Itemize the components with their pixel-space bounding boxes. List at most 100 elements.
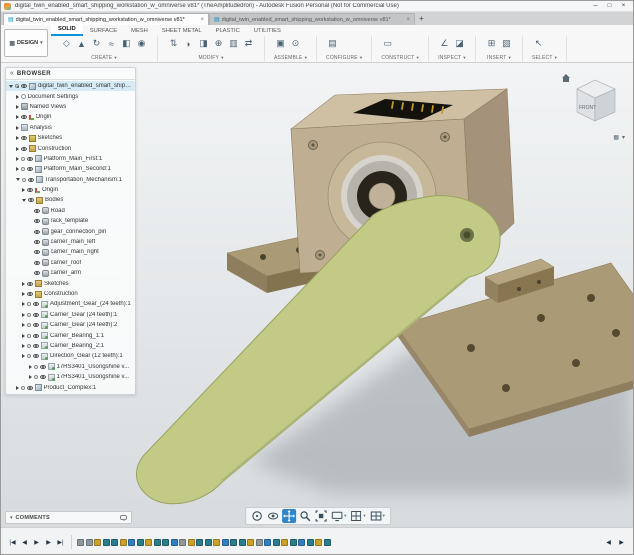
visibility-eye-icon[interactable] <box>21 115 27 119</box>
ribbon-group-label[interactable]: ASSEMBLE▾ <box>274 55 307 61</box>
tree-item[interactable]: Adjustment_Gear_(24 teeth):1 <box>6 299 135 309</box>
caret-icon[interactable] <box>22 344 25 348</box>
activate-component-radio[interactable] <box>27 302 31 306</box>
ribbon-group-label[interactable]: CONFIGURE▾ <box>326 55 362 61</box>
tree-item[interactable]: rack_template <box>6 216 135 226</box>
sweep-icon[interactable]: ≈ <box>105 37 118 50</box>
visibility-eye-icon[interactable] <box>27 386 33 390</box>
caret-icon[interactable] <box>22 313 25 317</box>
caret-icon[interactable] <box>16 136 19 140</box>
timeline-feature-icon[interactable] <box>137 539 144 546</box>
tree-item[interactable]: carrier_main_left <box>6 237 135 247</box>
viewcube-grid-icon[interactable]: ▦ <box>613 134 619 141</box>
3d-viewport[interactable]: « BROWSER digital_twin_enabled_smart_shi… <box>1 63 634 527</box>
activate-component-radio[interactable] <box>21 386 25 390</box>
caret-icon[interactable] <box>22 354 25 358</box>
activate-component-radio[interactable] <box>34 365 38 369</box>
visibility-eye-icon[interactable] <box>33 302 39 306</box>
design-workspace-selector[interactable]: ▦ DESIGN ▾ <box>4 29 48 57</box>
tree-item[interactable]: Platform_Main_Second:1 <box>6 164 135 174</box>
step-forward-button[interactable]: ▶ <box>43 536 54 548</box>
combine-icon[interactable]: ⊕ <box>212 37 225 50</box>
activate-component-radio[interactable] <box>27 354 31 358</box>
timeline-feature-icon[interactable] <box>179 539 186 546</box>
zoom-icon[interactable] <box>298 509 312 523</box>
timeline-feature-icon[interactable] <box>145 539 152 546</box>
caret-icon[interactable] <box>29 375 32 379</box>
viewcube-front-label[interactable]: FRONT <box>579 105 596 111</box>
timeline-feature-icon[interactable] <box>86 539 93 546</box>
tree-item[interactable]: carrier_main_right <box>6 247 135 257</box>
visibility-eye-icon[interactable] <box>33 323 39 327</box>
tree-item[interactable]: Direction_Gear (12 teeth):1 <box>6 351 135 361</box>
tree-item[interactable]: Origin <box>6 112 135 122</box>
tree-item[interactable]: Carrier_Gear (24 teeth):1 <box>6 310 135 320</box>
visibility-eye-icon[interactable] <box>33 334 39 338</box>
timeline-feature-icon[interactable] <box>128 539 135 546</box>
timeline-feature-icon[interactable] <box>247 539 254 546</box>
tree-item[interactable]: digital_twin_enabled_smart_shipping_work… <box>6 81 135 91</box>
press-pull-icon[interactable]: ⇅ <box>167 37 180 50</box>
timeline-feature-icon[interactable] <box>256 539 263 546</box>
configure-icon[interactable]: ▤ <box>326 37 339 50</box>
tree-item[interactable]: Product_Complex:1 <box>6 382 135 392</box>
tree-item[interactable]: Bodies <box>6 195 135 205</box>
tree-item[interactable]: Document Settings <box>6 91 135 101</box>
tree-item[interactable]: Road <box>6 206 135 216</box>
section-analysis-icon[interactable]: ◪ <box>453 37 466 50</box>
visibility-eye-icon[interactable] <box>40 365 46 369</box>
visibility-eye-icon[interactable] <box>33 313 39 317</box>
caret-icon[interactable] <box>22 188 25 192</box>
caret-icon[interactable] <box>22 323 25 327</box>
timeline-feature-icon[interactable] <box>188 539 195 546</box>
visibility-eye-icon[interactable] <box>21 147 27 151</box>
visibility-eye-icon[interactable] <box>28 178 34 182</box>
tree-item[interactable]: Origin <box>6 185 135 195</box>
activate-component-radio[interactable] <box>22 178 26 182</box>
visibility-eye-icon[interactable] <box>34 271 40 275</box>
new-document-tab-button[interactable]: + <box>415 13 428 25</box>
visibility-eye-icon[interactable] <box>34 219 40 223</box>
timeline-scroll-right-button[interactable]: ▶ <box>616 536 627 548</box>
tree-item[interactable]: 17HS3401_Usongshine v... <box>6 372 135 382</box>
timeline-feature-icon[interactable] <box>120 539 127 546</box>
tree-item[interactable]: Named Views <box>6 102 135 112</box>
visibility-eye-icon[interactable] <box>27 292 33 296</box>
joint-icon[interactable]: ⊙ <box>289 37 302 50</box>
timeline-feature-icon[interactable] <box>315 539 322 546</box>
ribbon-tab-plastic[interactable]: PLASTIC <box>209 27 247 36</box>
caret-icon[interactable] <box>29 365 32 369</box>
ribbon-tab-utilities[interactable]: UTILITIES <box>247 27 288 36</box>
visibility-eye-icon[interactable] <box>34 250 40 254</box>
caret-icon[interactable] <box>16 167 19 171</box>
timeline-feature-icon[interactable] <box>77 539 84 546</box>
caret-icon[interactable] <box>16 95 19 99</box>
activate-component-radio[interactable] <box>21 167 25 171</box>
timeline-feature-icon[interactable] <box>94 539 101 546</box>
caret-icon[interactable] <box>22 199 26 202</box>
ribbon-tab-surface[interactable]: SURFACE <box>83 27 124 36</box>
tree-item[interactable]: Analysis <box>6 123 135 133</box>
timeline-feature-icon[interactable] <box>298 539 305 546</box>
tree-item[interactable]: Construction <box>6 289 135 299</box>
timeline-feature-icon[interactable] <box>290 539 297 546</box>
visibility-eye-icon[interactable] <box>33 354 39 358</box>
visibility-eye-icon[interactable] <box>40 375 46 379</box>
minimize-button[interactable]: ─ <box>589 2 602 11</box>
timeline-feature-icon[interactable] <box>307 539 314 546</box>
visibility-eye-icon[interactable] <box>28 198 34 202</box>
timeline-feature-icon[interactable] <box>324 539 331 546</box>
ribbon-tab-solid[interactable]: SOLID <box>51 25 83 36</box>
activate-component-radio[interactable] <box>21 157 25 161</box>
tree-item[interactable]: Sketches <box>6 278 135 288</box>
tree-item[interactable]: Sketches <box>6 133 135 143</box>
caret-icon[interactable] <box>16 105 19 109</box>
go-to-start-button[interactable]: |◀ <box>7 536 18 548</box>
close-button[interactable]: × <box>617 2 630 11</box>
visibility-eye-icon[interactable] <box>34 261 40 265</box>
tree-item[interactable]: Carrier_Gear (24 teeth):2 <box>6 320 135 330</box>
ribbon-group-label[interactable]: CREATE▾ <box>60 55 148 61</box>
go-to-end-button[interactable]: ▶| <box>55 536 66 548</box>
document-tab[interactable]: ▤digital_twin_enabled_smart_shipping_wor… <box>209 13 415 25</box>
measure-icon[interactable]: ∠ <box>438 37 451 50</box>
